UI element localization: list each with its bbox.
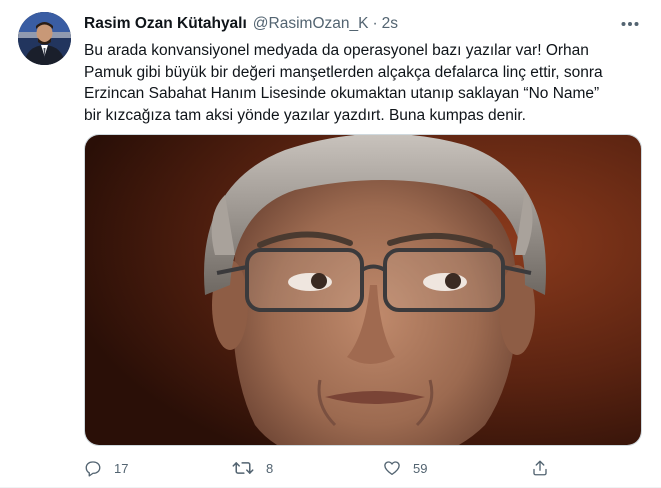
heart-icon	[384, 461, 400, 476]
tweet-actions: 17 8 59	[84, 457, 554, 479]
reply-count: 17	[114, 460, 129, 476]
tweet[interactable]: Rasim Ozan Kütahyalı @RasimOzan_K · 2s B…	[0, 0, 661, 488]
tweet-text-line: bir kızcağıza tam aksi yönde yazılar yaz…	[84, 106, 526, 124]
author-handle[interactable]: @RasimOzan_K	[253, 15, 369, 33]
header-separator: ·	[372, 15, 378, 32]
reply-icon	[85, 461, 101, 477]
avatar[interactable]	[18, 12, 71, 65]
more-options-button[interactable]	[619, 14, 641, 34]
tweet-text-line: Bu arada konvansiyonel medyada da operas…	[84, 42, 589, 59]
tweet-timestamp[interactable]: 2s	[382, 15, 398, 33]
retweet-count: 8	[266, 460, 274, 476]
author-display-name[interactable]: Rasim Ozan Kütahyalı	[84, 15, 247, 33]
like-count: 59	[413, 460, 428, 476]
tweet-header: Rasim Ozan Kütahyalı @RasimOzan_K · 2s	[84, 14, 398, 34]
reply-button[interactable]: 17	[84, 457, 128, 479]
like-button[interactable]: 59	[383, 457, 427, 479]
more-icon	[621, 22, 639, 26]
portrait-photo	[85, 135, 641, 445]
retweet-icon	[232, 462, 254, 474]
tweet-text: Bu arada konvansiyonel medyada da operas…	[84, 40, 644, 126]
tweet-text-line: Erzincan Sabahat Hanım Lisesinde okumakt…	[84, 85, 600, 102]
avatar-image	[18, 12, 71, 65]
retweet-button[interactable]: 8	[232, 457, 273, 479]
share-icon	[533, 460, 547, 476]
share-button[interactable]	[531, 457, 549, 479]
tweet-photo[interactable]	[84, 134, 642, 446]
tweet-text-line: Pamuk gibi büyük bir değeri manşetlerden…	[84, 63, 603, 81]
